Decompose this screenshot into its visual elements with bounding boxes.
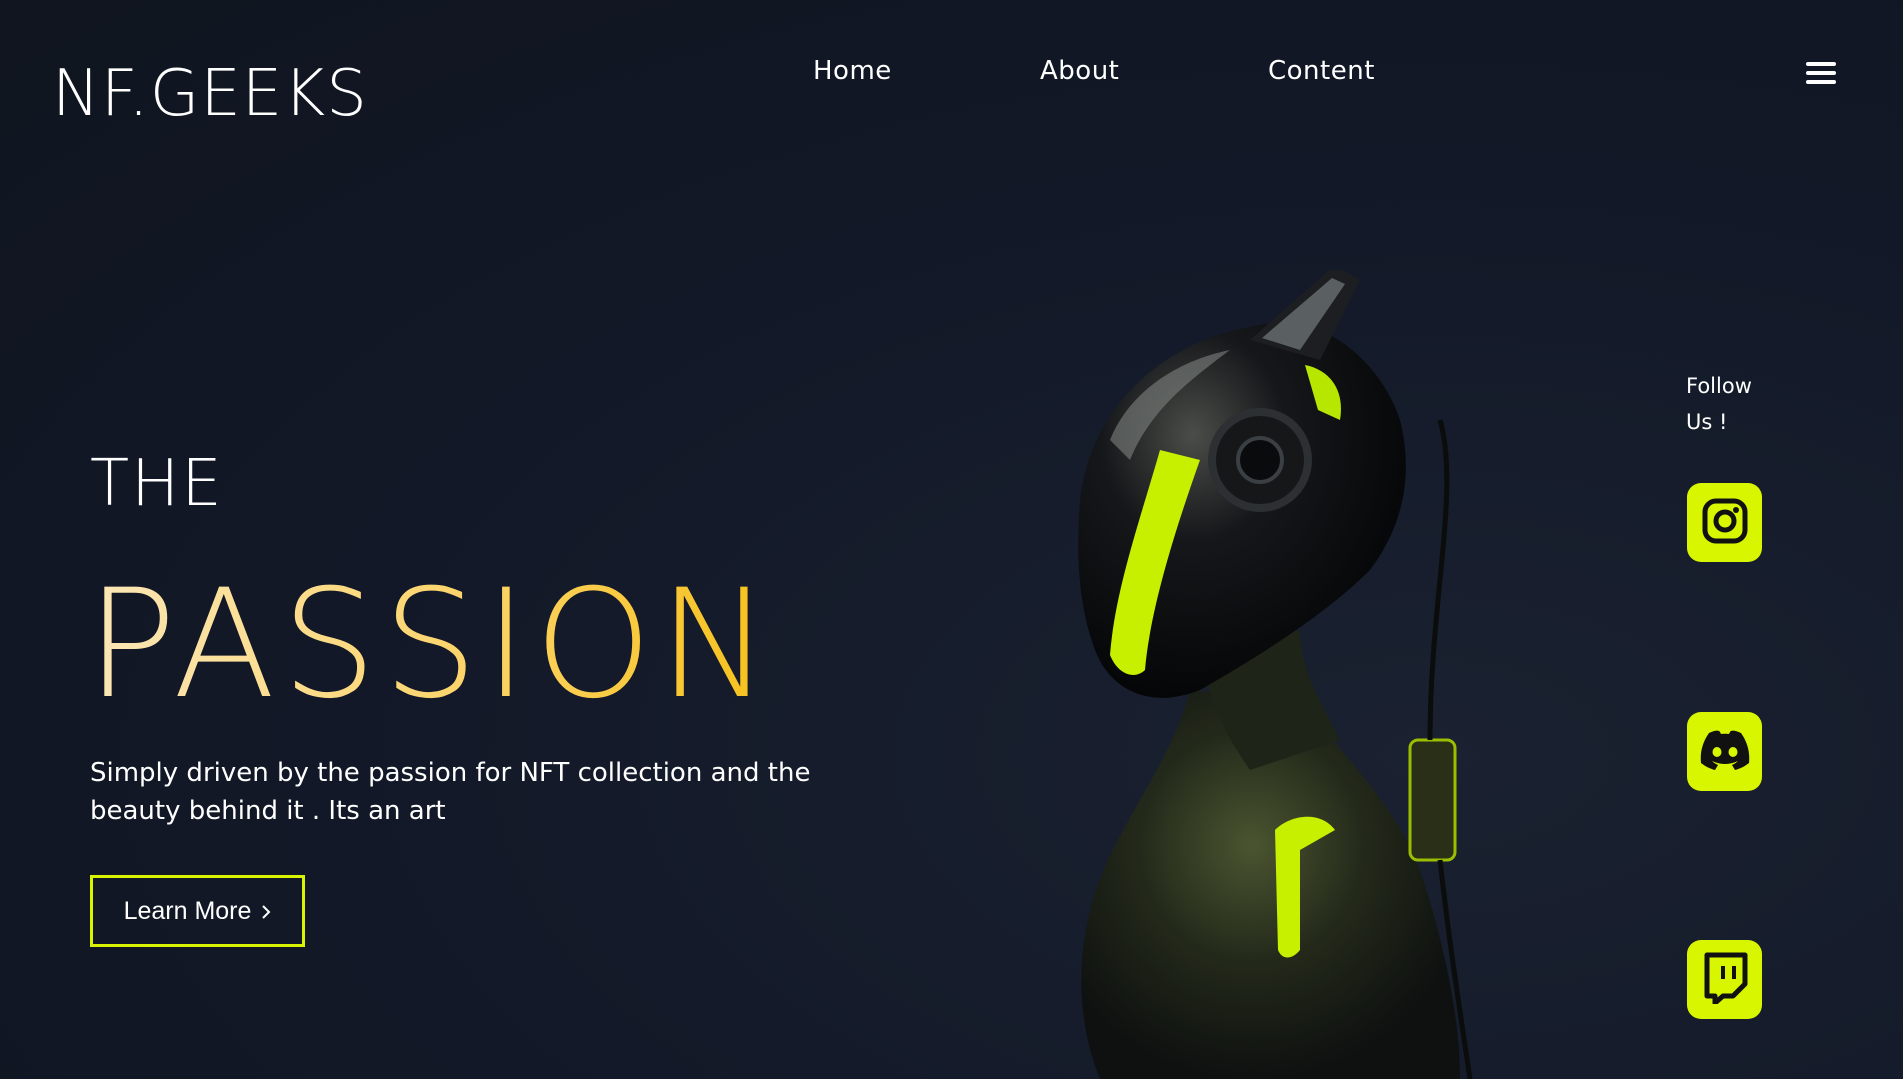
nav-item-home[interactable]: Home: [813, 56, 892, 86]
nav-item-about[interactable]: About: [1040, 56, 1119, 86]
twitch-icon: [1701, 952, 1749, 1008]
learn-more-button[interactable]: Learn More: [90, 875, 305, 947]
hero-title-line2: PASSION: [86, 558, 777, 732]
instagram-icon: [1700, 496, 1750, 550]
instagram-button[interactable]: [1687, 483, 1762, 562]
discord-icon: [1698, 729, 1752, 775]
landing-page: NF.GEEKS Home About Content THE PASSION …: [0, 0, 1903, 1079]
discord-button[interactable]: [1687, 712, 1762, 791]
follow-us-label: Follow Us !: [1686, 374, 1752, 434]
hamburger-menu-icon[interactable]: [1806, 62, 1836, 88]
hero-description: Simply driven by the passion for NFT col…: [90, 758, 811, 826]
chevron-right-icon: [261, 897, 271, 926]
learn-more-label: Learn More: [123, 896, 252, 925]
robot-woman-illustration: [1078, 270, 1473, 1079]
nav-item-content[interactable]: Content: [1268, 56, 1375, 86]
brand-logo[interactable]: NF.GEEKS: [52, 62, 368, 126]
twitch-button[interactable]: [1687, 940, 1762, 1019]
hero-title-line1: THE: [90, 447, 224, 521]
